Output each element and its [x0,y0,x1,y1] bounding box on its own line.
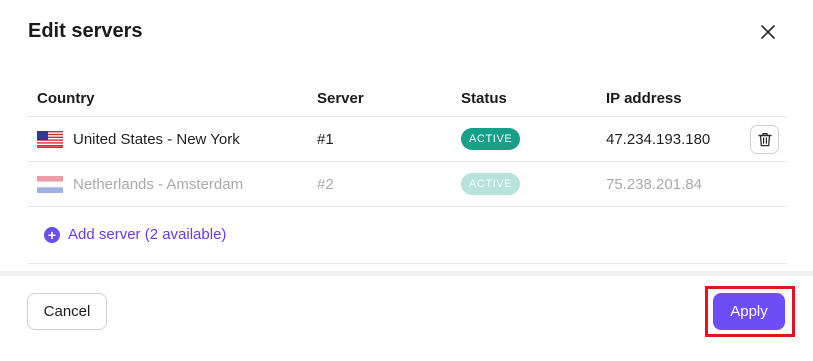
add-server-label: Add server (2 available) [68,226,227,243]
footer-divider [0,271,813,276]
dialog-title: Edit servers [28,20,143,42]
servers-table: Country Server Status IP address United … [28,80,787,264]
country-name: Netherlands - Amsterdam [73,175,244,193]
country-name: United States - New York [73,130,240,148]
column-header-server: Server [317,90,364,107]
status-cell: ACTIVE [461,162,521,206]
column-header-country: Country [37,90,95,107]
ip-address: 75.238.201.84 [606,175,702,193]
table-header: Country Server Status IP address [28,80,787,117]
nl-flag-icon [37,175,63,193]
apply-button[interactable]: Apply [713,293,785,330]
server-number: #1 [317,130,334,148]
status-badge: ACTIVE [461,128,521,150]
add-server-row: + Add server (2 available) [28,207,787,264]
delete-server-button[interactable] [750,125,779,154]
country-cell: United States - New York [37,117,240,161]
add-server-link[interactable]: + Add server (2 available) [44,226,226,243]
status-cell: ACTIVE [461,117,521,161]
table-row: Netherlands - Amsterdam #2 ACTIVE 75.238… [28,162,787,207]
trash-icon [757,132,772,147]
table-row: United States - New York #1 ACTIVE 47.23… [28,117,787,162]
close-icon [761,25,775,39]
plus-circle-icon: + [44,226,60,243]
country-cell: Netherlands - Amsterdam [37,162,243,206]
column-header-ip: IP address [606,90,682,107]
status-badge: ACTIVE [461,173,521,195]
close-button[interactable] [756,20,780,44]
ip-address: 47.234.193.180 [606,130,711,148]
us-flag-icon [37,130,63,148]
cancel-button[interactable]: Cancel [27,293,107,330]
edit-servers-dialog: Edit servers Country Server Status IP ad… [0,0,813,361]
column-header-status: Status [461,90,507,107]
server-number: #2 [317,175,334,193]
